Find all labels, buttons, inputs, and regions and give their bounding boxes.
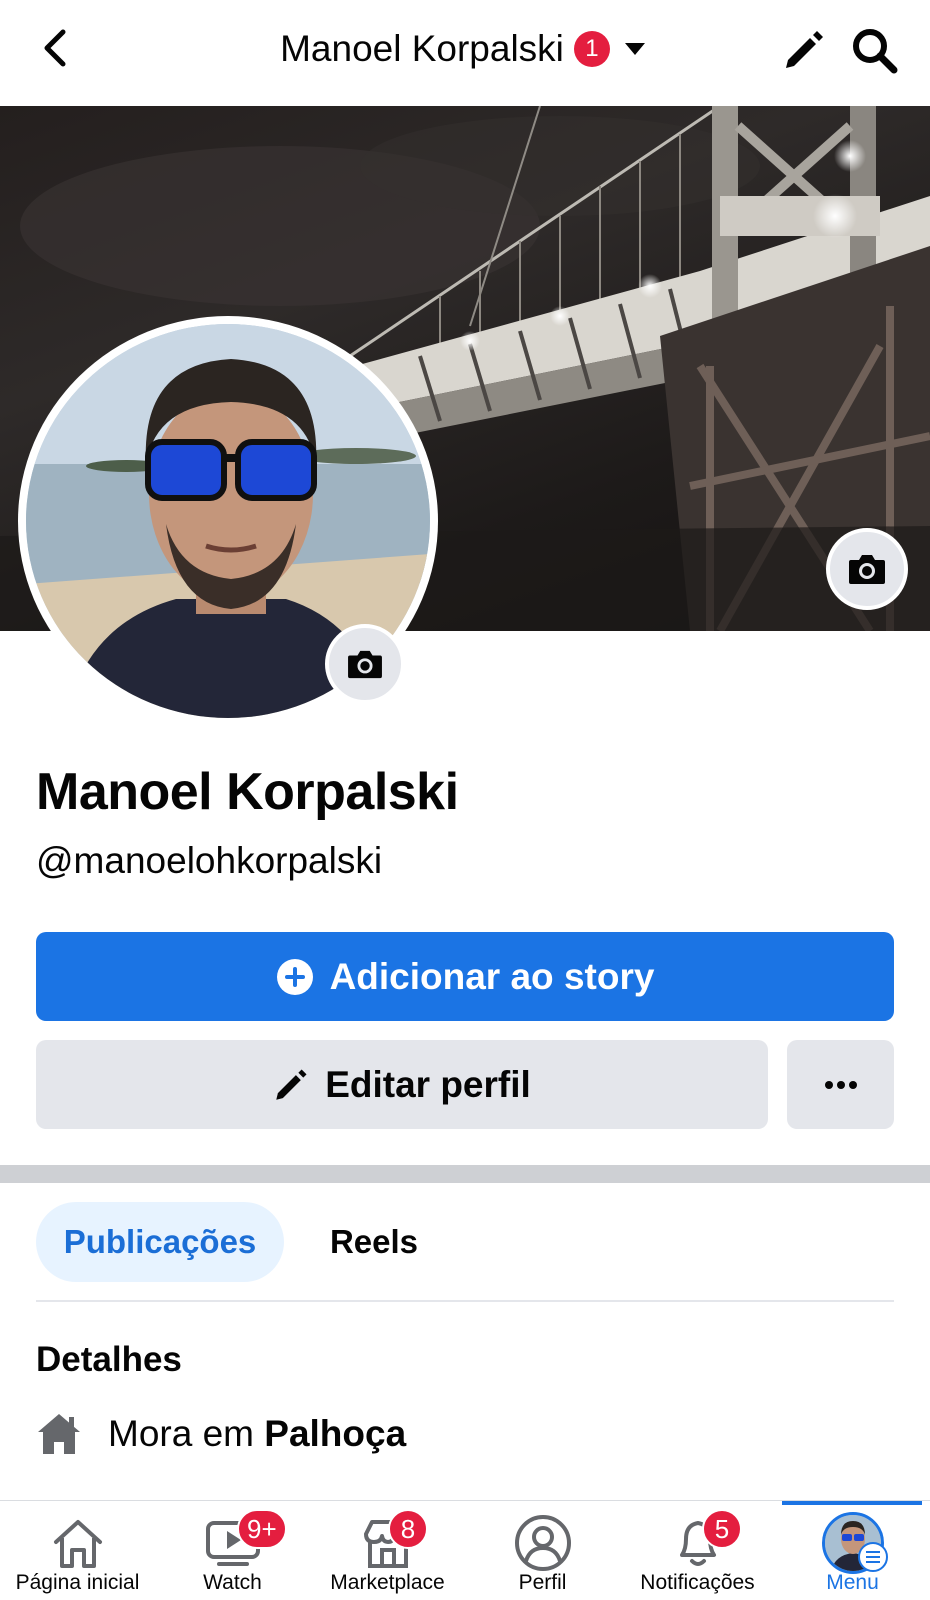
tab-publicacoes[interactable]: Publicações (36, 1202, 284, 1282)
caret-down-icon (620, 34, 650, 64)
lives-in-city[interactable]: Palhoça (264, 1413, 406, 1454)
nav-menu-label: Menu (826, 1571, 879, 1594)
nav-home-label: Página inicial (15, 1571, 140, 1594)
page-title: Manoel Korpalski (280, 28, 564, 69)
nav-menu[interactable]: Menu (775, 1501, 930, 1600)
nav-notifications-label: Notificações (640, 1571, 755, 1594)
marketplace-badge: 8 (388, 1509, 428, 1549)
details-lives-in: Mora em Palhoça (36, 1406, 406, 1462)
hamburger-icon (858, 1542, 888, 1572)
notifications-badge: 5 (702, 1509, 742, 1549)
nav-profile[interactable]: Perfil (465, 1501, 620, 1600)
lives-in-prefix: Mora em (108, 1413, 254, 1454)
search-icon (853, 29, 898, 74)
details-heading: Detalhes (36, 1340, 182, 1379)
section-divider (0, 1165, 930, 1183)
top-bar: Manoel Korpalski 1 (0, 0, 930, 106)
plus-circle-icon (276, 958, 313, 995)
watch-badge: 9+ (237, 1509, 287, 1549)
nav-notifications[interactable]: 5 Notificações (620, 1501, 775, 1600)
edit-avatar-button[interactable] (325, 624, 405, 704)
more-options-button[interactable] (787, 1040, 894, 1129)
nav-watch-label: Watch (203, 1571, 262, 1594)
nav-marketplace[interactable]: 8 Marketplace (310, 1501, 465, 1600)
pencil-icon (786, 31, 823, 68)
edit-profile-button[interactable]: Editar perfil (36, 1040, 768, 1129)
nav-home[interactable]: Página inicial (0, 1501, 155, 1600)
add-to-story-button[interactable]: Adicionar ao story (36, 932, 894, 1021)
edit-cover-photo-button[interactable] (826, 528, 908, 610)
nav-watch[interactable]: 9+ Watch (155, 1501, 310, 1600)
tabs-divider (36, 1300, 894, 1302)
camera-icon (849, 555, 885, 584)
home-icon (46, 1513, 110, 1573)
pencil-icon (276, 1068, 307, 1100)
profile-handle: @manoelohkorpalski (36, 840, 383, 881)
ellipsis-icon (824, 1080, 857, 1089)
add-to-story-label: Adicionar ao story (329, 955, 655, 997)
edit-profile-label: Editar perfil (325, 1063, 531, 1105)
nav-marketplace-label: Marketplace (330, 1571, 445, 1594)
nav-profile-label: Perfil (518, 1571, 567, 1594)
camera-icon (348, 650, 382, 679)
title-notification-badge: 1 (573, 31, 610, 67)
bottom-navigation: Página inicial 9+ Watch 8 Marketplace Pe… (0, 1500, 930, 1600)
profile-icon (511, 1513, 575, 1573)
search-button[interactable] (846, 22, 902, 78)
home-icon (38, 1414, 80, 1454)
profile-name: Manoel Korpalski (36, 763, 459, 821)
tab-reels[interactable]: Reels (312, 1202, 436, 1282)
edit-pencil-button[interactable] (778, 24, 830, 76)
